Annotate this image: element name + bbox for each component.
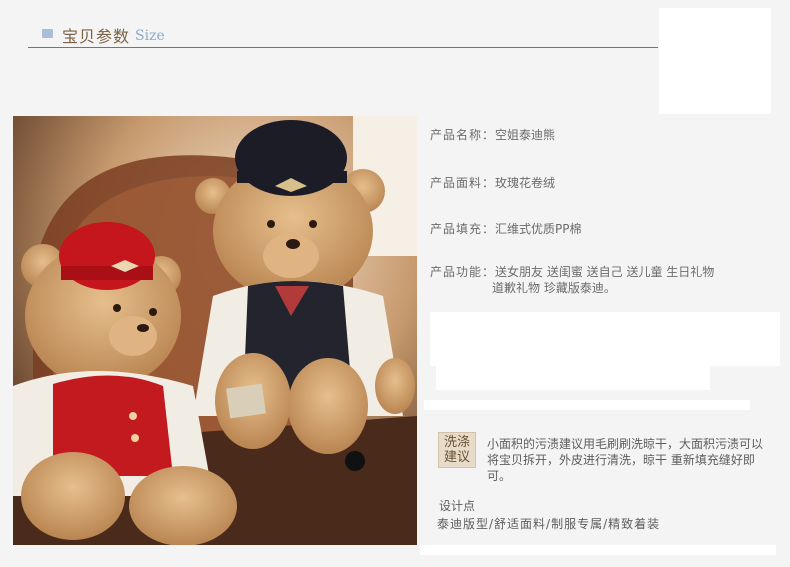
param-value: 汇维式优质PP棉 — [495, 222, 582, 236]
header-divider — [28, 47, 658, 48]
param-name: 产品名称：空姐泰迪熊 — [430, 126, 555, 143]
blank-bottom-strip — [420, 545, 776, 555]
blank-strip — [424, 400, 750, 410]
param-value: 道歉礼物 珍藏版泰迪。 — [492, 281, 616, 295]
param-fabric: 产品面料：玫瑰花卷绒 — [430, 174, 555, 191]
care-badge-line2: 建议 — [443, 450, 470, 465]
param-label: 产品面料： — [430, 176, 496, 190]
param-filling: 产品填充：汇维式优质PP棉 — [430, 220, 582, 237]
param-label: 产品功能： — [430, 265, 496, 279]
blank-panel-mid2 — [436, 366, 710, 390]
section-title-en: Size — [135, 28, 165, 44]
care-badge: 洗涤 建议 — [438, 432, 476, 468]
care-text: 小面积的污渍建议用毛刷刷洗晾干，大面积污渍可以将宝贝拆开，外皮进行清洗，晾干 重… — [487, 437, 764, 483]
param-label: 产品填充： — [430, 222, 496, 236]
param-value: 玫瑰花卷绒 — [495, 176, 556, 190]
care-badge-line1: 洗涤 — [443, 435, 470, 450]
product-photo — [13, 116, 417, 545]
design-value: 泰迪版型/舒适面料/制服专属/精致着装 — [437, 517, 661, 531]
param-label: 产品名称： — [430, 128, 496, 142]
param-value: 送女朋友 送闺蜜 送自己 送儿童 生日礼物 — [495, 265, 715, 279]
param-value: 空姐泰迪熊 — [495, 128, 556, 142]
blank-panel-top-right — [659, 8, 771, 114]
param-function: 产品功能：送女朋友 送闺蜜 送自己 送儿童 生日礼物 — [430, 263, 714, 280]
blank-panel-mid — [430, 312, 780, 366]
param-function-line2: 道歉礼物 珍藏版泰迪。 — [492, 279, 616, 296]
section-title: 宝贝参数 — [62, 27, 131, 46]
section-header: 宝贝参数 Size — [28, 18, 658, 48]
square-bullet-icon — [42, 29, 53, 38]
teddy-bear-photo-icon — [13, 116, 417, 545]
design-heading: 设计点 — [439, 499, 476, 513]
